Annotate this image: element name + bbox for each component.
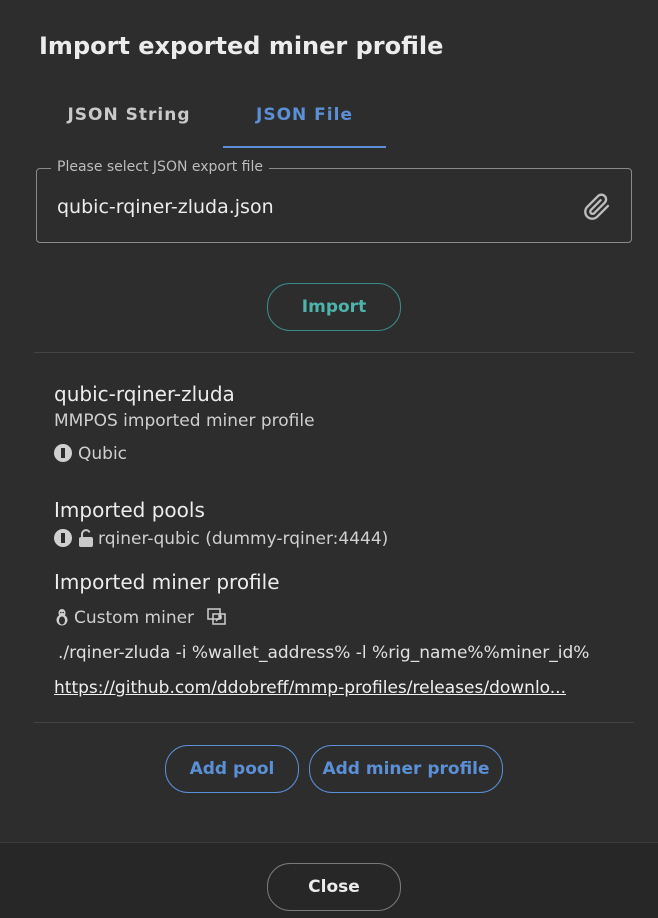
pool-item: rqiner-qubic (dummy-rqiner:4444) (54, 529, 388, 552)
coin-label: Qubic (78, 444, 128, 464)
unlock-icon (78, 529, 94, 552)
profile-description: MMPOS imported miner profile (54, 411, 315, 431)
profile-coin: Qubic (54, 444, 127, 464)
miner-command: ./rqiner-zluda -i %wallet_address% -l %r… (58, 643, 590, 663)
pool-label: rqiner-qubic (dummy-rqiner:4444) (98, 529, 389, 549)
linux-icon (54, 608, 70, 631)
add-pool-button[interactable]: Add pool (165, 745, 299, 793)
qubic-icon (54, 529, 72, 547)
miner-download-link[interactable]: https://github.com/ddobreff/mmp-profiles… (54, 678, 609, 698)
dialog-title: Import exported miner profile (39, 32, 444, 60)
file-input-label: Please select JSON export file (51, 159, 270, 175)
imported-pools-heading: Imported pools (54, 498, 205, 522)
qubic-icon (54, 444, 72, 462)
external-window-icon[interactable] (207, 608, 227, 631)
close-button[interactable]: Close (267, 863, 401, 911)
json-file-input[interactable]: Please select JSON export file qubic-rqi… (36, 159, 632, 243)
divider (34, 722, 634, 723)
imported-miner-profile-heading: Imported miner profile (54, 570, 280, 594)
profile-name: qubic-rqiner-zluda (54, 382, 235, 406)
tab-bar: JSON String JSON File (36, 94, 632, 148)
import-miner-profile-dialog: Import exported miner profile JSON Strin… (0, 0, 658, 918)
miner-label: Custom miner (74, 608, 195, 628)
tab-json-file[interactable]: JSON File (223, 94, 386, 148)
tab-json-string[interactable]: JSON String (36, 94, 222, 146)
file-input-value: qubic-rqiner-zluda.json (57, 196, 274, 218)
import-button[interactable]: Import (267, 283, 401, 331)
miner-row: Custom miner (54, 608, 231, 631)
divider (34, 352, 634, 353)
paperclip-icon[interactable] (583, 193, 611, 221)
add-miner-profile-button[interactable]: Add miner profile (309, 745, 503, 793)
